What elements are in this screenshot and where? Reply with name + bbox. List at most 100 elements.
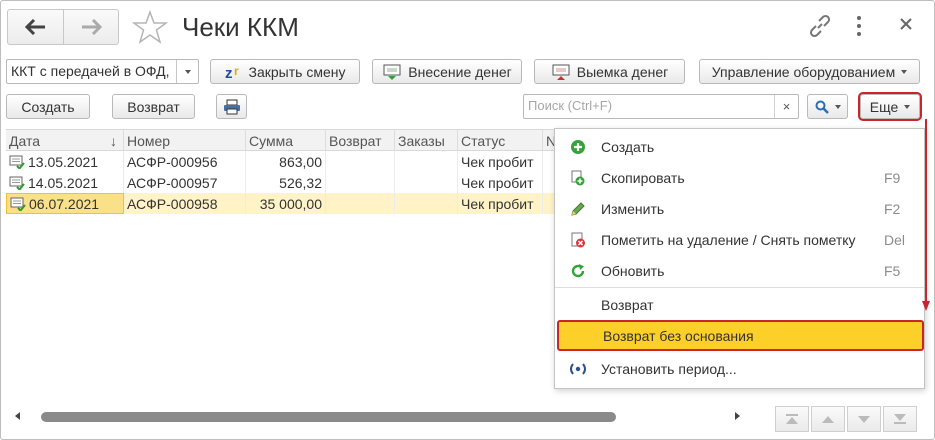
page-up-button[interactable]: [811, 406, 845, 432]
chevron-down-icon[interactable]: [176, 60, 198, 83]
chevron-down-icon: [901, 69, 908, 74]
menu-item-shortcut: Del: [884, 231, 906, 248]
date-value: 14.05.2021: [28, 174, 99, 191]
cash-out-button[interactable]: Выемка денег: [534, 59, 685, 84]
orders-cell: [395, 151, 458, 172]
create-button[interactable]: Создать: [6, 94, 90, 119]
forward-button[interactable]: [63, 10, 118, 44]
page-down-button[interactable]: [847, 406, 881, 432]
close-shift-icon: zr: [225, 64, 239, 81]
print-button[interactable]: [216, 94, 247, 119]
arrow-right-icon: [82, 19, 102, 35]
menu-item-shortcut: F9: [884, 169, 901, 186]
page-title: Чеки ККМ: [182, 12, 299, 42]
orders-cell: [395, 172, 458, 193]
column-label: Дата: [9, 133, 41, 149]
more-button[interactable]: Еще: [858, 92, 922, 121]
svg-text:r: r: [234, 64, 239, 78]
cash-in-label: Внесение денег: [408, 63, 512, 80]
nav-buttons: [7, 9, 119, 45]
menu-item-label: Возврат: [601, 296, 654, 313]
column-header-orders[interactable]: Заказы: [395, 130, 458, 150]
menu-divider: [555, 287, 924, 288]
cash-in-icon: [383, 64, 401, 80]
column-header-return[interactable]: Возврат: [326, 130, 395, 150]
menu-item-set-period[interactable]: Установить период...: [555, 353, 924, 384]
menu-item-refresh[interactable]: Обновить F5: [555, 255, 924, 286]
clear-search-icon[interactable]: ×: [774, 95, 798, 118]
menu-item-shortcut: F2: [884, 200, 901, 217]
period-icon: [555, 362, 601, 376]
scroll-left-icon[interactable]: [15, 412, 20, 420]
more-vertical-icon[interactable]: [854, 15, 864, 37]
menu-item-label: Создать: [601, 138, 655, 155]
menu-item-return[interactable]: Возврат: [555, 289, 924, 320]
page-up-icon: [822, 416, 834, 423]
equipment-menu-button[interactable]: Управление оборудованием: [699, 59, 920, 84]
copy-icon: [555, 170, 601, 186]
plus-circle-icon: [555, 139, 601, 155]
column-header-date[interactable]: Дата ↓: [6, 130, 124, 150]
column-header-number[interactable]: Номер: [124, 130, 246, 150]
menu-item-shortcut: F5: [884, 262, 901, 279]
more-label: Еще: [869, 98, 899, 115]
column-header-amount[interactable]: Сумма: [246, 130, 326, 150]
search-icon: [815, 100, 829, 114]
receipt-posted-icon: [10, 197, 26, 211]
menu-item-edit[interactable]: Изменить F2: [555, 193, 924, 224]
scroll-to-top-button[interactable]: [775, 406, 809, 432]
horizontal-scrollbar[interactable]: [15, 407, 745, 427]
search-field[interactable]: Поиск (Ctrl+F) ×: [523, 94, 799, 119]
first-page-icon: [786, 414, 798, 424]
equipment-label: Управление оборудованием: [711, 63, 896, 80]
orders-cell: [395, 193, 458, 214]
date-value: 06.07.2021: [29, 195, 100, 212]
return-cell: [326, 151, 395, 172]
close-shift-button[interactable]: zr Закрыть смену: [210, 59, 360, 84]
annotation-arrow-icon: [922, 119, 930, 311]
cash-out-icon: [552, 64, 570, 80]
scroll-right-icon[interactable]: [735, 412, 740, 420]
menu-item-copy[interactable]: Скопировать F9: [555, 162, 924, 193]
menu-item-label: Установить период...: [601, 360, 737, 377]
search-input[interactable]: Поиск (Ctrl+F): [524, 95, 774, 118]
amount-cell: 35 000,00: [246, 193, 326, 214]
return-cell: [326, 193, 395, 214]
svg-text:z: z: [225, 65, 233, 81]
printer-icon: [223, 99, 240, 114]
menu-item-mark-delete[interactable]: Пометить на удаление / Снять пометку Del: [555, 224, 924, 255]
return-button[interactable]: Возврат: [112, 94, 195, 119]
page-down-icon: [858, 416, 870, 423]
receipt-posted-icon: [9, 155, 25, 169]
menu-item-label: Пометить на удаление / Снять пометку: [601, 231, 856, 248]
window: Чеки ККМ ККТ с передачей в ОФД, zr Закры…: [0, 0, 935, 440]
menu-item-label: Возврат без основания: [603, 327, 754, 344]
delete-mark-icon: [555, 232, 601, 248]
back-button[interactable]: [8, 10, 63, 44]
date-value: 13.05.2021: [28, 153, 99, 170]
favorite-star-icon[interactable]: [132, 9, 168, 45]
last-page-icon: [894, 414, 906, 424]
arrow-left-icon: [24, 19, 45, 35]
more-dropdown-menu: Создать Скопировать F9 Изменить F2 Помет…: [554, 128, 925, 389]
menu-item-return-without-basis[interactable]: Возврат без основания: [557, 320, 924, 351]
menu-item-create[interactable]: Создать: [555, 131, 924, 162]
register-select[interactable]: ККТ с передачей в ОФД,: [6, 59, 199, 84]
refresh-icon: [555, 263, 601, 279]
column-header-status[interactable]: Статус: [458, 130, 543, 150]
number-cell: АСФР-000957: [124, 172, 246, 193]
scroll-thumb[interactable]: [41, 412, 616, 422]
status-cell: Чек пробит: [458, 172, 543, 193]
link-icon[interactable]: [807, 13, 833, 39]
search-options-button[interactable]: [807, 94, 848, 119]
pencil-icon: [555, 201, 601, 217]
scroll-to-bottom-button[interactable]: [883, 406, 917, 432]
menu-item-label: Изменить: [601, 200, 665, 217]
receipt-posted-icon: [9, 176, 25, 190]
number-cell: АСФР-000956: [124, 151, 246, 172]
chevron-down-icon: [904, 104, 911, 109]
date-cell: 14.05.2021: [6, 172, 124, 193]
cash-in-button[interactable]: Внесение денег: [372, 59, 522, 84]
close-icon[interactable]: [898, 16, 914, 32]
amount-cell: 526,32: [246, 172, 326, 193]
